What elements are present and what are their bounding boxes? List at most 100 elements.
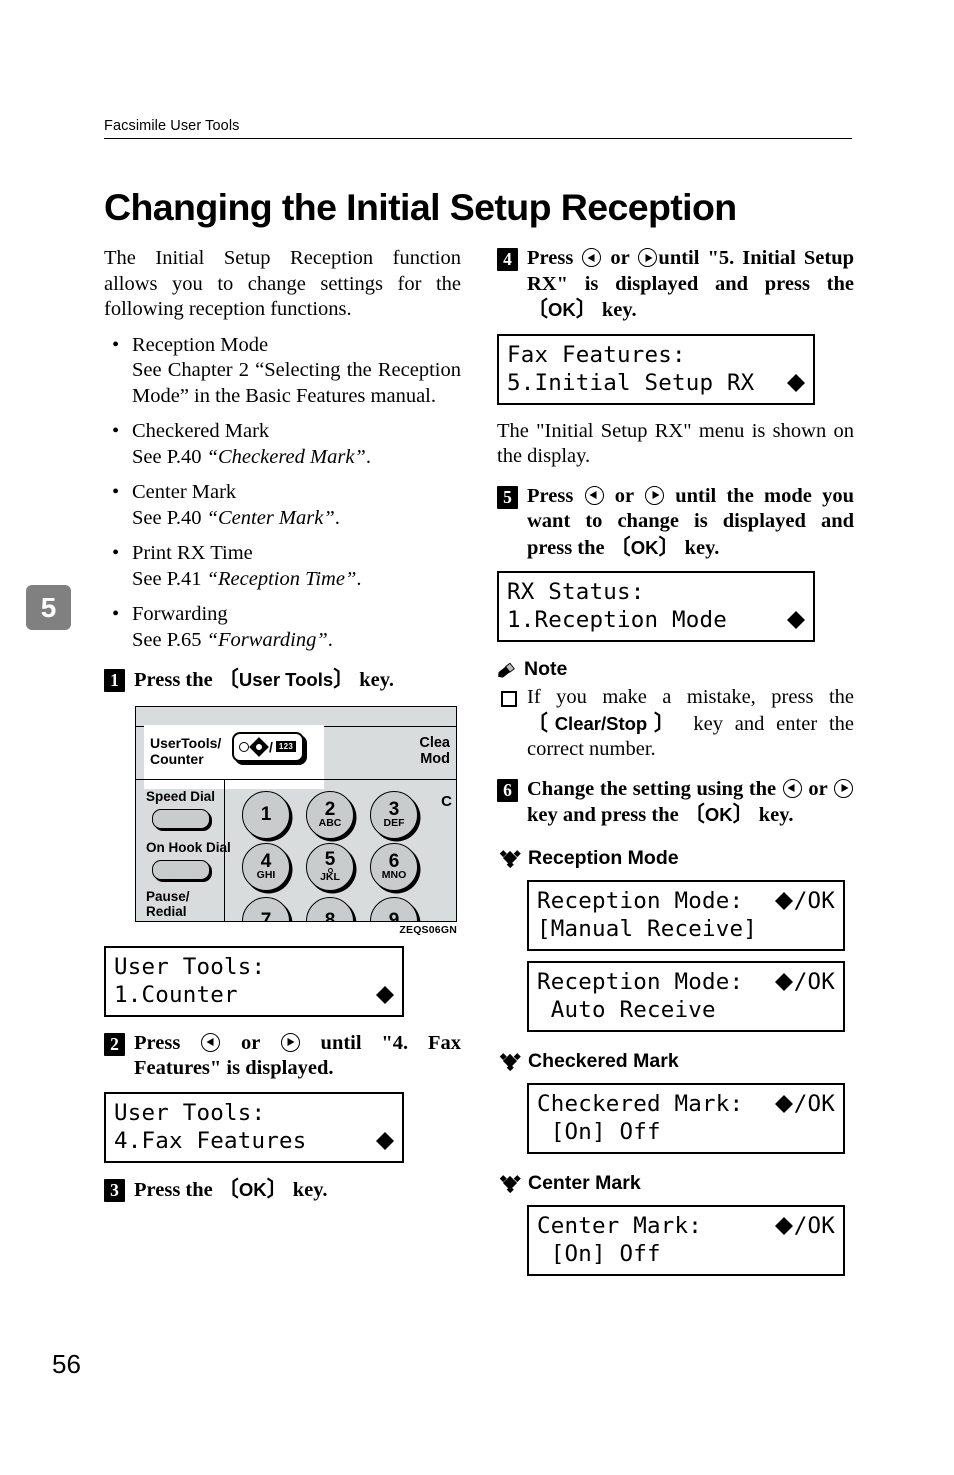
step-text-pre: Press the	[134, 669, 218, 691]
dial-key-6[interactable]: 6 MNO	[370, 842, 418, 891]
dial-key-3[interactable]: 3 DEF	[370, 790, 418, 839]
left-triangle-icon	[376, 1131, 385, 1150]
lcd-line-1: Reception Mode: /OK	[537, 887, 835, 915]
lcd-scroll-arrows: /OK	[774, 1212, 835, 1240]
right-arrow-key-icon	[645, 485, 664, 505]
lcd-display-reception-mode-auto: Reception Mode: /OK Auto Receive	[527, 960, 845, 1032]
chapter-tab: 5	[26, 585, 71, 630]
ref-pre: See P.40	[132, 445, 207, 468]
note-item: If you make a mistake, press the 〔Clear/…	[497, 685, 854, 763]
section-body-reception-mode: Reception Mode: /OK [Manual Receive] Rec…	[497, 879, 854, 1032]
right-arrow-key-icon	[834, 778, 853, 798]
section-heading-text: Checkered Mark	[528, 1049, 679, 1072]
key-clear-stop: 〔Clear/Stop〕	[527, 710, 682, 735]
note-heading: Note	[497, 658, 854, 681]
page-title: Changing the Initial Setup Reception	[104, 186, 737, 229]
lcd-line-2: [Manual Receive]	[537, 915, 835, 943]
lcd-ok-label: /OK	[793, 968, 835, 995]
right-arrow-key-icon	[280, 1032, 300, 1052]
pencil-icon	[498, 662, 515, 678]
bullet-title: Checkered Mark	[132, 420, 270, 442]
section-body-center-mark: Center Mark: /OK [On] Off	[497, 1204, 854, 1276]
lcd-text: Checkered Mark:	[537, 1090, 744, 1117]
step-text-pre: Press	[527, 247, 582, 269]
dial-key-number: 9	[388, 910, 400, 922]
label-line-1: UserTools/	[150, 734, 222, 751]
section-heading-text: Center Mark	[528, 1171, 641, 1194]
right-triangle-icon	[783, 891, 793, 910]
right-triangle-icon	[385, 985, 394, 1004]
section-heading-checkered-mark: Checkered Mark	[497, 1050, 854, 1073]
dial-key-2[interactable]: 2 ABC	[306, 790, 354, 839]
ref-pre: See P.41	[132, 567, 207, 590]
list-item: • Center Mark See P.40 “Center Mark”.	[104, 480, 461, 531]
lcd-line-2: [On] Off	[537, 1240, 835, 1268]
clear-label-line-1: Clea	[419, 734, 450, 751]
lcd-display-checkered-mark: Checkered Mark: /OK [On] Off	[527, 1082, 845, 1154]
lcd-line-1: Fax Features:	[507, 341, 805, 369]
lcd-text: 5.Initial Setup RX	[507, 369, 755, 396]
dial-key-1[interactable]: 1	[242, 790, 290, 839]
ref-pre: See P.65	[132, 628, 207, 651]
right-triangle-icon	[783, 1216, 793, 1235]
left-arrow-key-icon	[584, 485, 604, 505]
user-tools-counter-key[interactable]: / 123	[232, 731, 304, 762]
key-label: Clear/Stop	[554, 712, 648, 734]
section-heading-center-mark: Center Mark	[497, 1172, 854, 1195]
lcd-scroll-arrows	[787, 611, 805, 629]
step-number-badge: 2	[104, 1032, 125, 1056]
note-block: Note If you make a mistake, press the 〔C…	[497, 658, 854, 763]
dial-key-7[interactable]: 7	[242, 896, 290, 921]
step-text: Press or until "4. Fax Features" is disp…	[134, 1031, 461, 1082]
bullet-reference: See Chapter 2 “Selecting the Reception M…	[132, 359, 461, 407]
left-arrow-key-icon	[201, 1032, 221, 1052]
counter-123-icon: 123	[275, 741, 297, 752]
dial-key-8[interactable]: 8	[306, 896, 354, 921]
step-4: 4 Press or until "5. Initial Setup RX" i…	[497, 246, 854, 324]
note-heading-text: Note	[524, 658, 568, 680]
bullet-dot: •	[112, 603, 120, 625]
dial-key-letters: ABC	[318, 817, 342, 829]
step-text: Press or until the mode you want to chan…	[527, 484, 854, 562]
ref-post: .	[334, 506, 340, 529]
key-label: OK	[548, 299, 576, 320]
ref-post: .	[356, 567, 362, 590]
lcd-text: User Tools:	[114, 1099, 266, 1126]
dial-key-4[interactable]: 4 GHI	[242, 842, 290, 891]
bullet-title: Center Mark	[132, 481, 237, 503]
step-number-badge: 3	[104, 1178, 125, 1202]
left-triangle-icon	[774, 1094, 784, 1113]
lcd-text: Reception Mode:	[537, 968, 744, 995]
ref-italic: “Center Mark”	[206, 506, 335, 529]
section-heading-reception-mode: Reception Mode	[497, 847, 854, 870]
user-tools-diamond-icon	[249, 736, 269, 757]
dial-key-9[interactable]: 9	[370, 896, 418, 922]
section-heading-text: Reception Mode	[528, 846, 679, 869]
ref-post: .	[327, 628, 333, 651]
ref-pre: See P.40	[132, 506, 207, 529]
bullet-reference: See P.65 “Forwarding”.	[132, 628, 461, 654]
right-column: 4 Press or until "5. Initial Setup RX" i…	[497, 246, 854, 1282]
key-ok: 〔OK〕	[683, 802, 754, 826]
step-3: 3 Press the 〔OK〕 key.	[104, 1177, 461, 1204]
clear-modes-label: Clea Mod	[419, 735, 450, 767]
left-triangle-icon	[787, 373, 796, 392]
pause-redial-label-line-2: Redial	[146, 903, 187, 919]
on-hook-dial-key[interactable]	[152, 859, 210, 880]
key-label: User Tools	[238, 669, 334, 690]
step-number-badge: 5	[497, 485, 518, 509]
lcd-line-1: RX Status:	[507, 578, 805, 606]
bullet-dot: •	[112, 481, 120, 503]
lcd-text: 4.Fax Features	[114, 1127, 307, 1154]
step-2: 2 Press or until "4. Fax Features" is di…	[104, 1031, 461, 1082]
speed-dial-label: Speed Dial	[146, 788, 216, 804]
right-triangle-icon	[796, 611, 805, 629]
speed-dial-key[interactable]	[152, 808, 210, 829]
pause-redial-label-line-1: Pause/	[146, 888, 190, 904]
key-label: OK	[238, 1178, 267, 1200]
lcd-line-2: 5.Initial Setup RX	[507, 369, 805, 397]
left-arrow-key-icon	[782, 778, 802, 798]
lcd-line-1: User Tools:	[114, 953, 394, 981]
dial-key-5[interactable]: 5 JKL	[306, 842, 354, 891]
intro-paragraph: The Initial Setup Reception function all…	[104, 247, 461, 320]
